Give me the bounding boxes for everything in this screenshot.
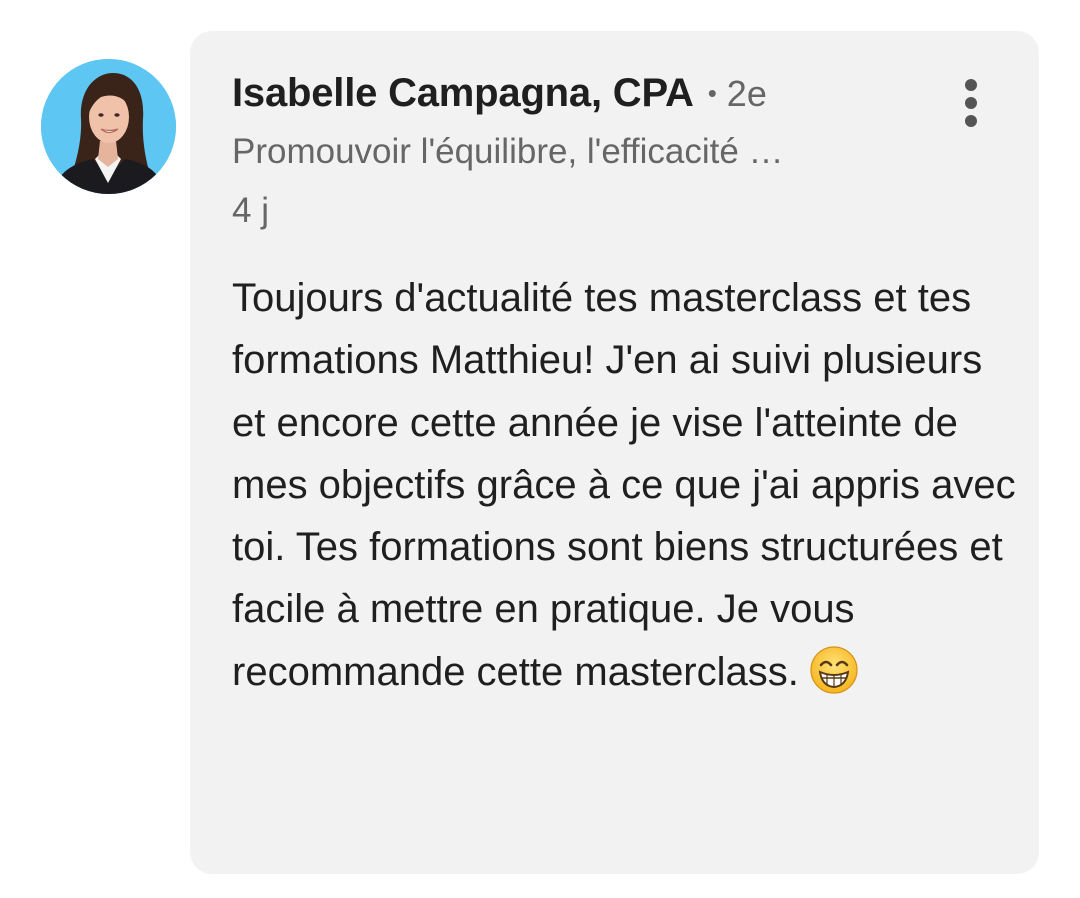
profile-photo [41,59,176,194]
grinning-face-emoji-icon [809,645,859,713]
comment-text: Toujours d'actualité tes masterclass et … [232,276,1016,694]
separator-dot: • [707,78,717,108]
comment-card: Isabelle Campagna, CPA • 2e Promouvoir l… [190,31,1039,874]
more-options-button[interactable] [952,73,990,133]
connection-degree: 2e [726,73,767,114]
comment-timestamp: 4 j [232,191,269,230]
vertical-ellipsis-icon [965,79,977,127]
comment-header: Isabelle Campagna, CPA • 2e [232,71,767,116]
author-headline: Promouvoir l'équilibre, l'efficacité … [232,132,784,171]
author-avatar[interactable] [41,59,176,194]
comment-body: Toujours d'actualité tes masterclass et … [232,267,1022,713]
author-name[interactable]: Isabelle Campagna, CPA [232,71,694,116]
